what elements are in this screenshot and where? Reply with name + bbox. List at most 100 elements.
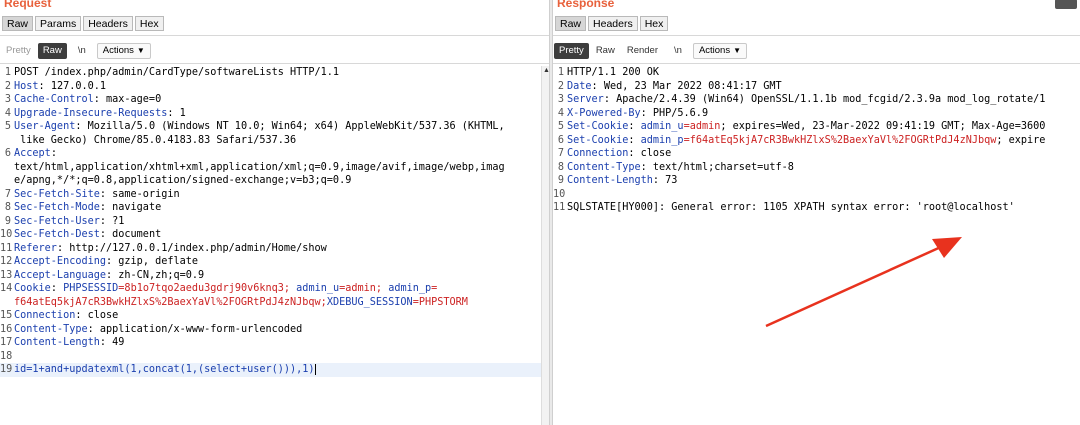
line-number: 17 [0,337,13,348]
line-segment: text/html,application/xhtml+xml,applicat… [14,161,505,173]
line-segment: : Apache/2.4.39 (Win64) OpenSSL/1.1.1b m… [603,94,1046,105]
line-number: 9 [557,175,564,186]
line-text: Accept-Language: zh-CN,zh;q=0.9 [14,269,551,283]
request-raw-button[interactable]: Raw [37,43,67,59]
request-toolbar: Pretty Raw \n Actions ▼ [0,41,551,61]
line-number: 10 [0,229,13,240]
response-newline-toggle[interactable]: \n [669,43,687,59]
line-text: Accept: [14,147,551,161]
line-segment: : Mozilla/5.0 (Windows NT 10.0; Win64; x… [75,121,505,132]
line-segment: POST /index.php/admin/CardType/softwareL… [14,67,340,78]
line-segment: : gzip, deflate [106,256,199,267]
line-text: Content-Type: application/x-www-form-url… [14,323,551,337]
header-key: admin_u [296,283,340,294]
header-key: Upgrade-Insecure-Requests [14,107,168,119]
response-render-button[interactable]: Render [622,43,663,59]
line-text: Set-Cookie: admin_p=f64atEq5kjA7cR3BwkHZ… [567,134,1080,148]
response-tab-hex[interactable]: Hex [639,16,669,31]
response-pretty-button[interactable]: Pretty [554,43,589,59]
request-newline-toggle[interactable]: \n [73,43,91,59]
line-number: 5 [4,121,11,132]
header-key: Sec-Fetch-Mode [14,202,100,213]
line-number: 8 [4,202,11,213]
line-segment: : application/x-www-form-urlencoded [87,323,303,335]
line-number: 7 [557,148,564,159]
response-line: 6 Set-Cookie: admin_p=f64atEq5kjA7cR3BwkH… [553,134,1080,148]
response-editor[interactable]: 1 HTTP/1.1 200 OK 2 Date: Wed, 23 Mar 2022 … [553,66,1080,425]
layout-toggle-icon[interactable] [1055,0,1077,9]
line-number: 7 [4,188,11,200]
line-text: SQLSTATE[HY000]: General error: 1105 XPA… [567,201,1080,215]
request-line: 3 Cache-Control: max-age=0 [0,93,551,107]
response-toolbar: Pretty Raw Render \n Actions ▼ [553,41,1080,61]
response-line: 5 Set-Cookie: admin_u=admin; expires=Wed,… [553,120,1080,134]
request-actions-button[interactable]: Actions ▼ [96,43,151,59]
response-raw-button[interactable]: Raw [591,43,620,59]
response-line: 10 [553,188,1080,202]
response-line: 9 Content-Length: 73 [553,174,1080,188]
line-segment: : max-age=0 [93,94,162,105]
line-number: 13 [0,269,13,281]
header-key: X-Powered-By [567,107,641,119]
response-tabs: Raw Headers Hex [553,16,1080,34]
line-number: 19 [0,364,13,375]
header-key: User-Agent [14,121,76,132]
request-editor[interactable]: 1 POST /index.php/admin/CardType/software… [0,66,551,425]
header-key: Cookie [14,283,51,294]
response-actions-button[interactable]: Actions ▼ [692,43,748,59]
header-key: Server [567,94,604,105]
request-pretty-button[interactable]: Pretty [1,43,36,59]
line-number: 2 [557,80,564,92]
line-text: Content-Type: text/html;charset=utf-8 [567,161,1080,175]
request-line: 12 Accept-Encoding: gzip, deflate [0,255,551,269]
line-number [0,296,14,310]
line-text: text/html,application/xhtml+xml,applicat… [14,161,551,175]
text-cursor [314,363,316,375]
line-text [567,188,1080,202]
line-number: 1 [4,67,11,78]
response-tab-headers[interactable]: Headers [588,16,638,31]
request-line: f64atEq5kjA7cR3BwkHZlxS%2BaexYaVl%2FOGRt… [0,296,551,310]
line-text: Sec-Fetch-Dest: document [14,228,551,242]
line-segment: : zh-CN,zh;q=0.9 [106,269,205,281]
header-key: admin_u [640,121,684,132]
line-segment: : [50,148,57,159]
line-segment: : Wed, 23 Mar 2022 08:41:17 GMT [591,80,782,92]
line-text: Cookie: PHPSESSID=8b1o7tqo2aedu3gdrj90v6… [14,282,551,296]
line-text: Connection: close [14,309,551,323]
chevron-down-icon: ▼ [733,46,742,55]
line-number: 11 [553,202,566,213]
line-number: 6 [4,148,11,159]
response-actions-label: Actions [698,45,731,56]
line-segment: HTTP/1.1 200 OK [567,67,660,78]
response-line: 3 Server: Apache/2.4.39 (Win64) OpenSSL/1… [553,93,1080,107]
request-tab-headers[interactable]: Headers [83,16,133,31]
line-text: Content-Length: 49 [14,336,551,350]
header-key: Sec-Fetch-Dest [14,229,100,240]
request-line: 18 [0,350,551,364]
line-segment: : [50,283,64,294]
line-number [0,134,14,148]
request-tab-hex[interactable]: Hex [134,16,164,31]
line-segment: like Gecko) Chrome/85.0.4183.83 Safari/5… [14,134,297,146]
request-line: 10 Sec-Fetch-Dest: document [0,228,551,242]
line-text: Sec-Fetch-User: ?1 [14,215,551,229]
line-number [0,161,14,175]
request-line: 4 Upgrade-Insecure-Requests: 1 [0,107,551,121]
response-pane: Response Raw Headers Hex Pretty Raw Rend… [553,0,1080,425]
request-tab-raw[interactable]: Raw [2,16,34,31]
request-tab-params[interactable]: Params [35,16,82,31]
header-key: Set-Cookie [567,134,629,146]
line-text: f64atEq5kjA7cR3BwkHZlxS%2BaexYaVl%2FOGRt… [14,296,551,310]
line-number: 2 [4,80,11,92]
response-line: 7 Connection: close [553,147,1080,161]
line-segment: =admin [683,121,721,132]
request-actions-label: Actions [102,45,134,56]
line-text [14,350,551,364]
line-segment: : navigate [99,202,162,213]
response-tab-raw[interactable]: Raw [555,16,587,31]
request-title: Request [4,0,52,10]
line-segment: : 49 [99,337,125,348]
request-line: 9 Sec-Fetch-User: ?1 [0,215,551,229]
line-number: 16 [0,323,13,335]
